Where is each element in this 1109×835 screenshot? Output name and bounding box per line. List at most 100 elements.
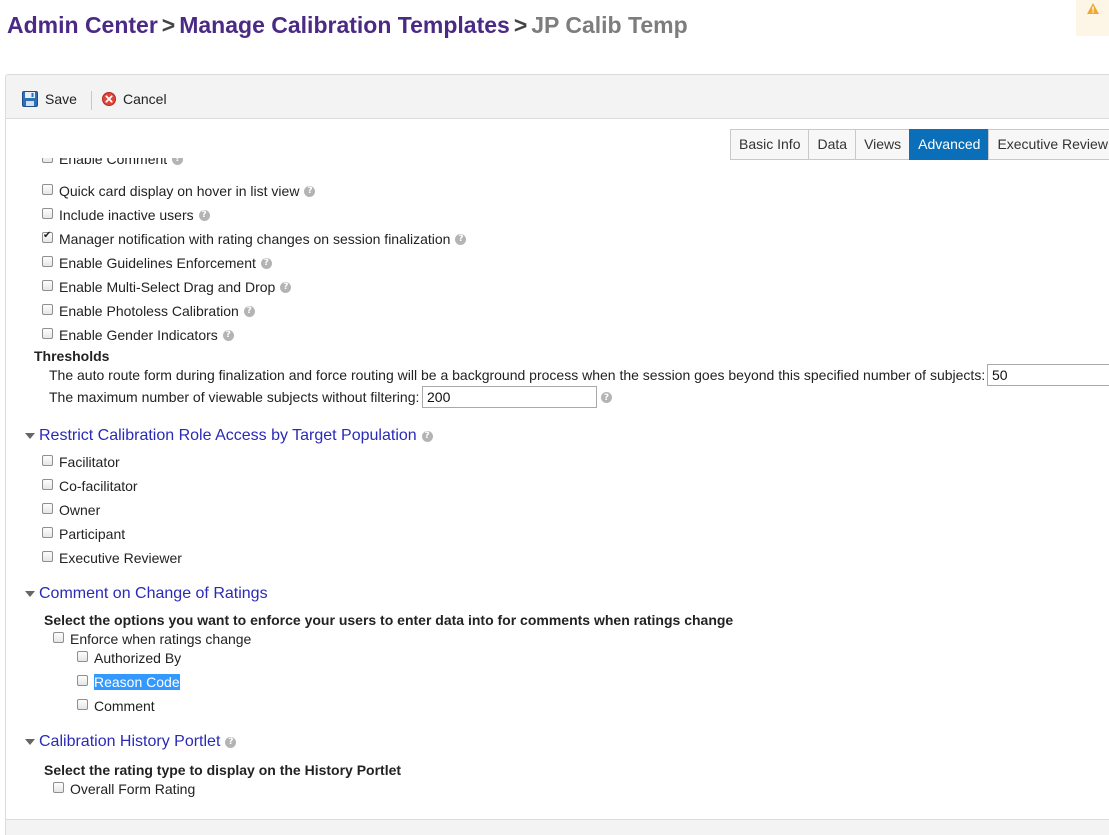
- role-label: Executive Reviewer: [59, 550, 182, 566]
- cancel-button[interactable]: Cancel: [102, 91, 167, 107]
- option-quick-card[interactable]: Quick card display on hover in list view…: [42, 183, 316, 199]
- option-manager-notification[interactable]: Manager notification with rating changes…: [42, 230, 467, 247]
- option-gender[interactable]: Enable Gender Indicators ?: [42, 327, 234, 343]
- comment-change-instruction: Select the options you want to enforce y…: [44, 612, 734, 628]
- collapse-triangle-icon[interactable]: [25, 433, 35, 439]
- option-guidelines[interactable]: Enable Guidelines Enforcement ?: [42, 255, 272, 271]
- help-icon[interactable]: ?: [260, 257, 272, 269]
- role-label: Participant: [59, 526, 126, 542]
- enable-comment-checkbox[interactable]: [42, 158, 53, 163]
- enforce-label: Enforce when ratings change: [70, 631, 252, 647]
- warning-icon[interactable]: [1076, 0, 1109, 36]
- max-viewable-input[interactable]: [422, 386, 597, 408]
- co-facilitator-checkbox[interactable]: [42, 478, 53, 490]
- scrolled-row-clip: Enable Comment ?: [0, 158, 1109, 174]
- footer-bar: [5, 819, 1109, 835]
- field-label: Reason Code: [94, 674, 180, 690]
- toolbar-divider: [91, 91, 92, 110]
- reason-code-checkbox[interactable]: [77, 674, 88, 686]
- option-photoless[interactable]: Enable Photoless Calibration ?: [42, 303, 255, 319]
- field-comment[interactable]: Comment: [77, 698, 155, 714]
- field-authorized-by[interactable]: Authorized By: [77, 650, 181, 666]
- auto-route-label: The auto route form during finalization …: [49, 367, 986, 383]
- authorized-by-checkbox[interactable]: [77, 650, 88, 662]
- help-icon[interactable]: ?: [455, 233, 467, 245]
- guidelines-checkbox[interactable]: [42, 255, 53, 267]
- option-enable-comment[interactable]: Enable Comment ?: [42, 158, 184, 167]
- option-label: Enable Comment: [59, 158, 168, 167]
- field-label: Comment: [94, 698, 155, 714]
- option-label: Enable Gender Indicators: [59, 327, 218, 343]
- photoless-checkbox[interactable]: [42, 303, 53, 315]
- max-viewable-label: The maximum number of viewable subjects …: [49, 389, 420, 405]
- role-co-facilitator[interactable]: Co-facilitator: [42, 478, 138, 494]
- cancel-icon: [102, 92, 116, 106]
- owner-checkbox[interactable]: [42, 502, 53, 514]
- tab-views[interactable]: Views: [855, 129, 911, 160]
- comment-checkbox[interactable]: [77, 698, 88, 710]
- overall-form-rating-checkbox[interactable]: [53, 781, 64, 793]
- breadcrumb-admin-center-link[interactable]: Admin Center: [7, 12, 158, 38]
- breadcrumb-manage-templates-link[interactable]: Manage Calibration Templates: [179, 12, 510, 38]
- save-button[interactable]: Save: [22, 91, 77, 107]
- role-label: Facilitator: [59, 454, 120, 470]
- help-icon[interactable]: ?: [198, 209, 210, 221]
- gender-checkbox[interactable]: [42, 327, 53, 339]
- tab-data[interactable]: Data: [808, 129, 857, 160]
- option-label: Include inactive users: [59, 207, 194, 223]
- option-label: Enable Multi-Select Drag and Drop: [59, 279, 276, 295]
- section-title[interactable]: Comment on Change of Ratings: [39, 585, 268, 603]
- tab-basic-info[interactable]: Basic Info: [730, 129, 810, 160]
- help-icon[interactable]: ?: [172, 158, 184, 165]
- overall-form-rating[interactable]: Overall Form Rating: [53, 781, 195, 797]
- comment-change-section-header[interactable]: Comment on Change of Ratings: [25, 585, 268, 603]
- tab-advanced[interactable]: Advanced: [909, 129, 990, 160]
- field-reason-code[interactable]: Reason Code: [77, 674, 180, 690]
- help-icon[interactable]: ?: [243, 305, 255, 317]
- help-icon[interactable]: ?: [225, 736, 237, 748]
- option-multi-select[interactable]: Enable Multi-Select Drag and Drop ?: [42, 279, 292, 295]
- save-button-label: Save: [45, 91, 77, 107]
- history-instruction: Select the rating type to display on the…: [44, 762, 402, 778]
- field-label: Authorized By: [94, 650, 182, 666]
- include-inactive-checkbox[interactable]: [42, 207, 53, 219]
- collapse-triangle-icon[interactable]: [25, 591, 35, 597]
- enforce-checkbox[interactable]: [53, 631, 64, 643]
- breadcrumb-current-page: JP Calib Temp: [531, 12, 688, 38]
- role-facilitator[interactable]: Facilitator: [42, 454, 120, 470]
- breadcrumb-separator: >: [161, 12, 176, 38]
- help-icon[interactable]: ?: [280, 281, 292, 293]
- manager-notification-checkbox[interactable]: [42, 230, 53, 243]
- toolbar: Save Cancel: [5, 74, 1109, 119]
- enforce-ratings-change[interactable]: Enforce when ratings change: [53, 631, 251, 647]
- executive-reviewer-checkbox[interactable]: [42, 550, 53, 562]
- role-label: Owner: [59, 502, 101, 518]
- breadcrumb-separator: >: [513, 12, 528, 38]
- facilitator-checkbox[interactable]: [42, 454, 53, 466]
- role-owner[interactable]: Owner: [42, 502, 100, 518]
- option-label: Enable Photoless Calibration: [59, 303, 239, 319]
- section-title[interactable]: Calibration History Portlet: [39, 733, 220, 751]
- role-participant[interactable]: Participant: [42, 526, 125, 542]
- overall-form-rating-label: Overall Form Rating: [70, 781, 196, 797]
- multi-select-checkbox[interactable]: [42, 279, 53, 291]
- role-executive-reviewer[interactable]: Executive Reviewer: [42, 550, 182, 566]
- help-icon[interactable]: ?: [421, 430, 433, 442]
- option-label: Quick card display on hover in list view: [59, 183, 300, 199]
- collapse-triangle-icon[interactable]: [25, 739, 35, 745]
- option-include-inactive[interactable]: Include inactive users ?: [42, 207, 210, 223]
- tab-executive-review[interactable]: Executive Review: [988, 129, 1109, 160]
- help-icon[interactable]: ?: [222, 329, 234, 341]
- auto-route-input[interactable]: [987, 364, 1109, 386]
- quick-card-checkbox[interactable]: [42, 183, 53, 195]
- restrict-section-header[interactable]: Restrict Calibration Role Access by Targ…: [25, 427, 433, 445]
- help-icon[interactable]: ?: [601, 392, 612, 403]
- section-title[interactable]: Restrict Calibration Role Access by Targ…: [39, 427, 417, 445]
- history-section-header[interactable]: Calibration History Portlet ?: [25, 733, 237, 751]
- tab-bar: Basic Info Data Views Advanced Executive…: [730, 129, 1109, 160]
- thresholds-heading: Thresholds: [34, 348, 110, 364]
- help-icon[interactable]: ?: [304, 185, 316, 197]
- breadcrumb: Admin Center > Manage Calibration Template…: [7, 12, 688, 39]
- option-label: Manager notification with rating changes…: [59, 231, 451, 247]
- participant-checkbox[interactable]: [42, 526, 53, 538]
